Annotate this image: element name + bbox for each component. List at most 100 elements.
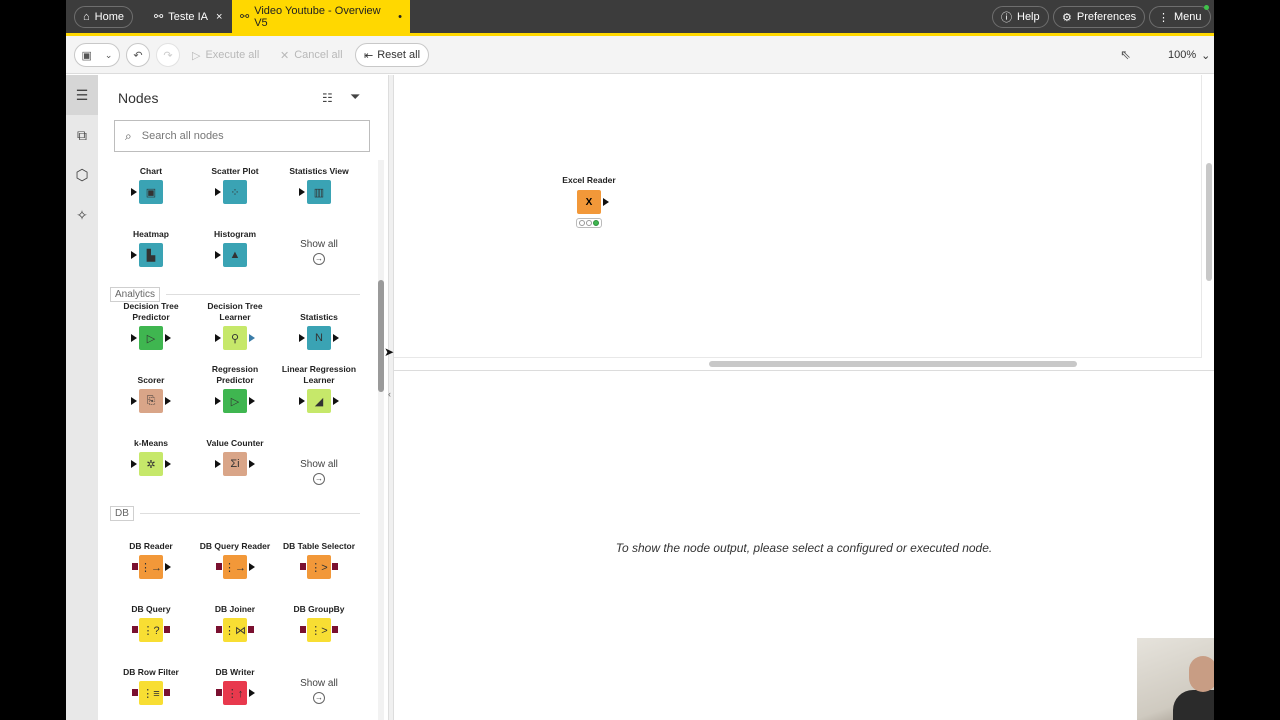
search-icon: ⌕	[125, 128, 132, 143]
node-label: DB GroupBy	[293, 604, 345, 614]
node-db-writer[interactable]: DB Writer ⋮↑	[195, 656, 275, 705]
presenter-head	[1189, 656, 1214, 692]
cancel-all-label: Cancel all	[294, 49, 343, 61]
workflow-canvas[interactable]: Excel Reader X	[394, 75, 1214, 367]
node-db-query-reader[interactable]: DB Query Reader ⋮→	[195, 530, 275, 579]
save-button[interactable]: ▣ ⌄	[74, 43, 120, 67]
node-db-reader[interactable]: DB Reader ⋮→	[111, 530, 191, 579]
node-label: Heatmap	[133, 229, 169, 239]
scorer-icon: ⎘	[146, 394, 156, 407]
node-scatter-plot[interactable]: Scatter Plot ⁘	[195, 155, 275, 204]
show-all-db-button[interactable]: Show all →	[279, 678, 359, 704]
section-label: DB	[110, 506, 134, 521]
decision-tree-learner-icon: ⚲	[230, 332, 240, 345]
kai-icon: ⬡	[75, 167, 89, 184]
node-value-counter[interactable]: Value Counter Σi	[195, 427, 275, 476]
node-db-row-filter[interactable]: DB Row Filter ⋮≡	[111, 656, 191, 705]
show-all-analytics-button[interactable]: Show all →	[279, 459, 359, 485]
node-histogram[interactable]: Histogram ▲	[195, 218, 275, 267]
collapse-icon[interactable]: ‹	[388, 389, 391, 399]
mouse-cursor-icon: ➤	[384, 345, 395, 359]
node-heatmap[interactable]: Heatmap ▙	[111, 218, 191, 267]
zoom-dropdown[interactable]: 100% ⌄	[1168, 43, 1210, 67]
heatmap-icon: ▙	[146, 249, 156, 262]
chevron-down-icon[interactable]: ⌄	[105, 50, 113, 61]
undo-icon: ↶	[126, 43, 150, 67]
node-decision-tree-learner[interactable]: Decision Tree Learner ⚲	[195, 301, 275, 350]
rail-description[interactable]: ☰	[66, 75, 98, 115]
home-button[interactable]: ⌂ Home	[74, 6, 133, 28]
node-label: Decision Tree Predictor	[123, 301, 179, 322]
node-label: Scorer	[137, 375, 165, 385]
preferences-button[interactable]: ⚙ Preferences	[1053, 6, 1146, 28]
home-icon: ⌂	[83, 11, 90, 23]
reset-all-button[interactable]: ⇤ Reset all	[355, 43, 430, 67]
node-regression-predictor[interactable]: Regression Predictor ▷	[195, 364, 275, 413]
canvas-vertical-scrollbar[interactable]	[1206, 163, 1212, 281]
node-k-means[interactable]: k-Means ✲	[111, 427, 191, 476]
chart-icon: ▣	[145, 186, 157, 199]
node-label: Scatter Plot	[211, 166, 259, 176]
nodes-panel: Nodes ☷ ⏷ ⌕ Chart ▣ Scatter Plot ⁘ Stati…	[98, 75, 388, 720]
chevron-down-icon: ⌄	[1201, 49, 1211, 62]
histogram-icon: ▲	[229, 249, 241, 261]
close-icon[interactable]: ×	[216, 11, 222, 23]
redo-button[interactable]: ↷	[156, 43, 180, 67]
undo-button[interactable]: ↶	[126, 43, 150, 67]
section-label: Analytics	[110, 287, 161, 302]
help-button[interactable]: ⓘ Help	[992, 6, 1049, 28]
cancel-all-button[interactable]: ✕ Cancel all	[280, 43, 343, 67]
node-db-table-selector[interactable]: DB Table Selector ⋮>	[279, 530, 359, 579]
reset-all-label: Reset all	[377, 49, 421, 61]
output-port[interactable]	[603, 198, 609, 206]
arrow-right-icon: →	[313, 253, 325, 265]
tab-label: Teste IA	[168, 10, 208, 23]
node-label: DB Writer	[215, 667, 255, 677]
node-label: DB Row Filter	[123, 667, 179, 677]
node-label: Excel Reader	[562, 175, 616, 185]
cancel-icon: ✕	[280, 49, 290, 62]
db-joiner-icon: ⋮⋈	[224, 624, 246, 637]
rail-kai[interactable]: ⬡	[66, 155, 98, 195]
selection-mode-button[interactable]: ⇖	[1120, 43, 1131, 67]
node-label: DB Joiner	[214, 604, 256, 614]
knime-workbench: ⌂ Home ⚯ Teste IA × ⚯ Video Youtube - Ov…	[66, 0, 1214, 720]
unsaved-dot-icon: •	[398, 10, 402, 23]
show-all-label: Show all	[300, 459, 338, 470]
node-db-joiner[interactable]: DB Joiner ⋮⋈	[195, 593, 275, 642]
node-db-query[interactable]: DB Query ⋮?	[111, 593, 191, 642]
execute-all-button[interactable]: ▷ Execute all	[192, 43, 259, 67]
tab-label: Video Youtube - Overview V5	[254, 4, 381, 29]
filter-icon[interactable]: ⏷	[350, 89, 360, 105]
search-box[interactable]: ⌕	[114, 120, 370, 152]
canvas-horizontal-scrollbar[interactable]	[709, 361, 1077, 367]
node-label: DB Reader	[129, 541, 173, 551]
tab-video-youtube[interactable]: ⚯ Video Youtube - Overview V5 •	[232, 0, 410, 33]
execute-all-label: Execute all	[205, 49, 260, 61]
reset-all-pill: ⇤ Reset all	[355, 43, 430, 67]
k-means-icon: ✲	[146, 458, 156, 471]
node-label: k-Means	[133, 438, 168, 448]
node-statistics-view[interactable]: Statistics View ▥	[279, 155, 359, 204]
search-input[interactable]	[141, 130, 342, 142]
node-decision-tree-predictor[interactable]: Decision Tree Predictor ▷	[111, 301, 191, 350]
node-chart[interactable]: Chart ▣	[111, 155, 191, 204]
node-statistics[interactable]: Statistics N	[279, 301, 359, 350]
menu-button[interactable]: ⋮ Menu	[1149, 6, 1211, 28]
excel-reader-node[interactable]: Excel Reader X	[554, 175, 624, 228]
node-label: Histogram	[213, 229, 257, 239]
list-view-icon[interactable]: ☷	[322, 91, 333, 105]
panel-scrollbar[interactable]	[378, 280, 384, 392]
show-all-label: Show all	[300, 239, 338, 250]
node-db-groupby[interactable]: DB GroupBy ⋮>	[279, 593, 359, 642]
node-scorer[interactable]: Scorer ⎘	[111, 364, 191, 413]
update-indicator	[1204, 5, 1209, 10]
panel-title: Nodes	[118, 90, 159, 106]
rail-node-repository[interactable]: ⧉	[66, 115, 98, 155]
node-linear-regression-learner[interactable]: Linear Regression Learner ◢	[279, 364, 359, 413]
rail-ai-assistant[interactable]: ✧	[66, 195, 98, 235]
node-label: Regression Predictor	[211, 364, 259, 385]
node-label: Decision Tree Learner	[207, 301, 263, 322]
tab-teste-ia[interactable]: ⚯ Teste IA ×	[146, 0, 230, 33]
show-all-views-button[interactable]: Show all →	[279, 239, 359, 265]
